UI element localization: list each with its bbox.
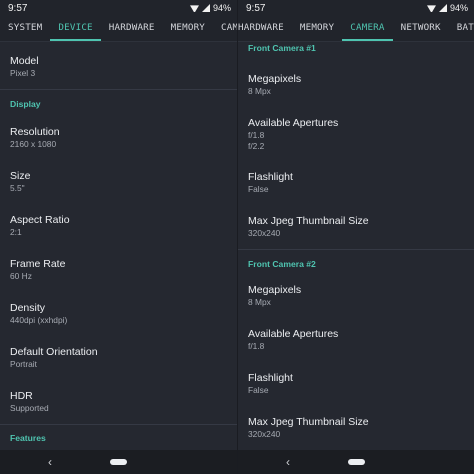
list-item: Aspect Ratio 2:1 bbox=[0, 211, 237, 255]
tab-bar: SYSTEM DEVICE HARDWARE MEMORY CAMERA bbox=[0, 16, 237, 42]
tab-memory[interactable]: MEMORY bbox=[292, 16, 342, 41]
item-label: Megapixels bbox=[248, 73, 302, 85]
list-item: Flashlight False bbox=[238, 168, 474, 212]
list-item: Resolution 2160 x 1080 bbox=[0, 123, 237, 167]
item-value: f/1.8 bbox=[248, 341, 265, 351]
item-value: Pixel 3 bbox=[10, 68, 36, 78]
item-label: Resolution bbox=[10, 126, 60, 138]
tab-system[interactable]: SYSTEM bbox=[0, 16, 50, 41]
item-label: HDR bbox=[10, 390, 33, 402]
signal-icon bbox=[201, 4, 210, 12]
item-value: 2:1 bbox=[10, 227, 22, 237]
navigation-bar: ‹ bbox=[0, 450, 237, 474]
item-label: Default Orientation bbox=[10, 346, 98, 358]
tab-hardware[interactable]: HARDWARE bbox=[101, 16, 163, 41]
item-label: Density bbox=[10, 302, 46, 314]
status-bar: 9:57 94% bbox=[238, 0, 474, 16]
item-label: Flashlight bbox=[248, 171, 293, 183]
list-item: Size 5.5" bbox=[0, 167, 237, 211]
list-item: Max Jpeg Thumbnail Size 320x240 bbox=[238, 413, 474, 450]
home-pill[interactable] bbox=[348, 459, 365, 465]
item-value: 8 Mpx bbox=[248, 297, 271, 307]
signal-icon bbox=[438, 4, 447, 12]
item-label: Aspect Ratio bbox=[10, 214, 70, 226]
list-item: Default Orientation Portrait bbox=[0, 343, 237, 387]
item-label: Max Jpeg Thumbnail Size bbox=[248, 215, 369, 227]
status-icons: 94% bbox=[427, 3, 468, 13]
item-label: Available Apertures bbox=[248, 117, 339, 129]
section-title-camera-2: Front Camera #2 bbox=[248, 259, 316, 269]
home-pill[interactable] bbox=[110, 459, 127, 465]
item-value: False bbox=[248, 385, 269, 395]
wifi-icon bbox=[190, 4, 199, 12]
item-value: f/2.2 bbox=[248, 141, 265, 151]
back-icon[interactable]: ‹ bbox=[286, 456, 290, 468]
item-label: Model bbox=[10, 55, 39, 67]
item-value: 60 Hz bbox=[10, 271, 32, 281]
battery-percent: 94% bbox=[212, 3, 231, 13]
camera-screen: 9:57 94% HARDWARE MEMORY CAMERA NETWORK … bbox=[237, 0, 474, 474]
list-item: Megapixels 8 Mpx bbox=[238, 281, 474, 325]
status-time: 9:57 bbox=[8, 2, 28, 14]
section-title-display: Display bbox=[10, 99, 41, 109]
list-item: Available Apertures f/1.8 f/2.2 bbox=[238, 114, 474, 168]
item-value: 5.5" bbox=[10, 183, 25, 193]
back-icon[interactable]: ‹ bbox=[48, 456, 52, 468]
tab-memory[interactable]: MEMORY bbox=[163, 16, 213, 41]
tab-device[interactable]: DEVICE bbox=[50, 16, 102, 41]
tab-bar: HARDWARE MEMORY CAMERA NETWORK BATTERY bbox=[238, 16, 474, 42]
list-item: Flashlight False bbox=[238, 369, 474, 413]
tab-network[interactable]: NETWORK bbox=[393, 16, 449, 41]
item-value: 440dpi (xxhdpi) bbox=[10, 315, 68, 325]
status-time: 9:57 bbox=[246, 2, 266, 14]
list-item: HDR Supported bbox=[0, 387, 237, 424]
item-value: 8 Mpx bbox=[248, 86, 271, 96]
list-item: Megapixels 8 Mpx bbox=[238, 70, 474, 114]
tab-battery[interactable]: BATTERY bbox=[449, 16, 474, 41]
list-item: Density 440dpi (xxhdpi) bbox=[0, 299, 237, 343]
status-bar: 9:57 94% bbox=[0, 0, 237, 16]
item-label: Frame Rate bbox=[10, 258, 66, 270]
item-value: f/1.8 bbox=[248, 130, 265, 140]
item-value: 320x240 bbox=[248, 228, 281, 238]
item-label: Megapixels bbox=[248, 284, 302, 296]
device-screen: 9:57 94% SYSTEM DEVICE HARDWARE MEMORY C… bbox=[0, 0, 237, 474]
item-label: Size bbox=[10, 170, 31, 182]
item-value: Portrait bbox=[10, 359, 37, 369]
list-item: Model Pixel 3 bbox=[0, 42, 237, 89]
section-title-features: Features bbox=[10, 433, 46, 443]
item-value: False bbox=[248, 184, 269, 194]
tab-hardware[interactable]: HARDWARE bbox=[238, 16, 292, 41]
item-label: Available Apertures bbox=[248, 328, 339, 340]
list-item: Max Jpeg Thumbnail Size 320x240 bbox=[238, 212, 474, 249]
tab-camera[interactable]: CAMERA bbox=[342, 16, 394, 41]
camera-list[interactable]: Front Camera #1 Megapixels 8 Mpx Availab… bbox=[238, 42, 474, 450]
list-item: Available Apertures f/1.8 bbox=[238, 325, 474, 369]
navigation-bar: ‹ bbox=[238, 450, 474, 474]
tab-camera[interactable]: CAMERA bbox=[213, 16, 237, 41]
section-title-camera-1: Front Camera #1 bbox=[248, 43, 316, 53]
item-value: Supported bbox=[10, 403, 49, 413]
list-item: Frame Rate 60 Hz bbox=[0, 255, 237, 299]
item-label: Max Jpeg Thumbnail Size bbox=[248, 416, 369, 428]
item-value: 320x240 bbox=[248, 429, 281, 439]
item-value: 2160 x 1080 bbox=[10, 139, 57, 149]
device-list[interactable]: Model Pixel 3 Display Resolution 2160 x … bbox=[0, 42, 237, 450]
battery-percent: 94% bbox=[449, 3, 468, 13]
wifi-icon bbox=[427, 4, 436, 12]
status-icons: 94% bbox=[190, 3, 231, 13]
screens: 9:57 94% SYSTEM DEVICE HARDWARE MEMORY C… bbox=[0, 0, 474, 474]
item-label: Flashlight bbox=[248, 372, 293, 384]
